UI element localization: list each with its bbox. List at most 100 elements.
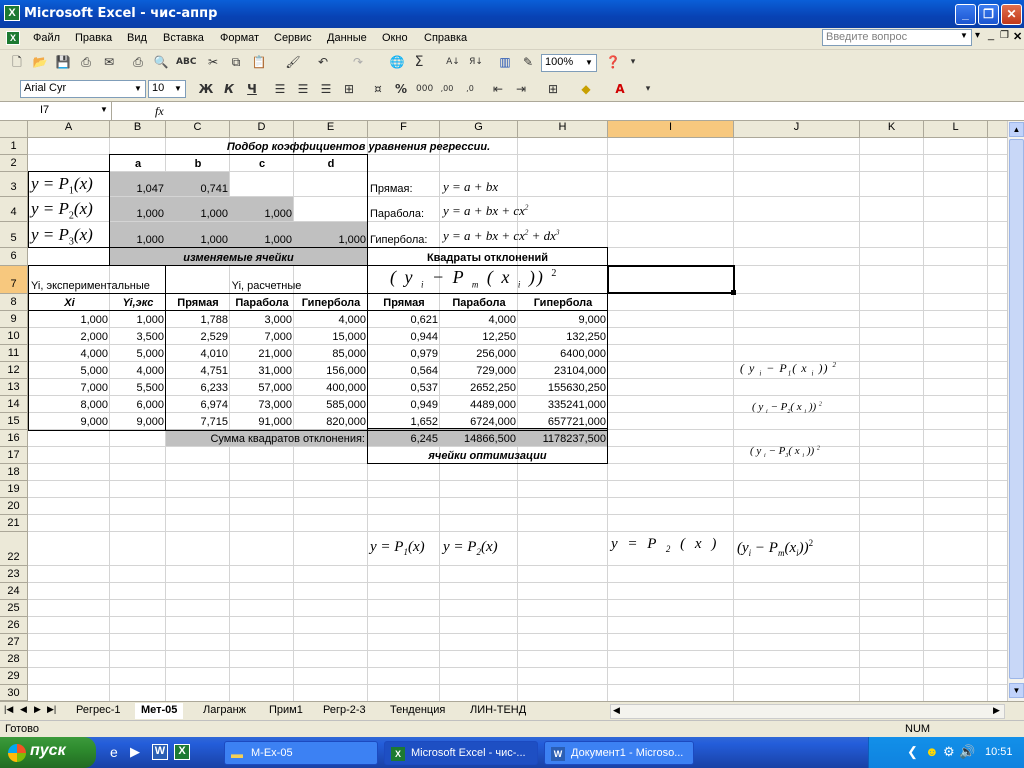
table-cell[interactable]: 1,652: [368, 414, 440, 430]
row-header[interactable]: 4: [0, 197, 28, 222]
row-header[interactable]: 24: [0, 583, 28, 600]
percent-icon[interactable]: %: [393, 81, 409, 97]
doc-icon[interactable]: X: [6, 31, 20, 45]
doc-restore-icon[interactable]: ❐: [1000, 30, 1009, 41]
menu-view[interactable]: Вид: [127, 32, 147, 44]
word-icon[interactable]: W: [152, 744, 168, 760]
copy-icon[interactable]: ⧉: [228, 54, 244, 70]
row-header[interactable]: 12: [0, 362, 28, 379]
currency-icon[interactable]: ¤: [370, 81, 386, 97]
table-cell[interactable]: 23104,000: [518, 363, 608, 379]
coef-cell[interactable]: 1,047: [110, 181, 166, 197]
sheet-tab[interactable]: Регр-2-3: [317, 703, 372, 719]
col-header[interactable]: L: [924, 121, 988, 138]
row-header[interactable]: 21: [0, 515, 28, 532]
toolbar-options-2-icon[interactable]: ▾: [640, 81, 656, 97]
help-question-input[interactable]: Введите вопрос: [822, 29, 972, 46]
spelling-icon[interactable]: ABC: [176, 54, 196, 70]
col-header[interactable]: J: [734, 121, 860, 138]
table-cell[interactable]: 0,979: [368, 346, 440, 362]
tray-messenger-icon[interactable]: ☻: [925, 744, 939, 759]
row-header[interactable]: 18: [0, 464, 28, 481]
sum-hyperbola[interactable]: 1178237,500: [518, 431, 608, 447]
table-cell[interactable]: 5,000: [110, 346, 166, 362]
table-cell[interactable]: 6724,000: [440, 414, 518, 430]
row-header[interactable]: 20: [0, 498, 28, 515]
horizontal-scrollbar[interactable]: ◀ ▶: [610, 704, 1005, 719]
row-header[interactable]: 5: [0, 222, 28, 248]
table-cell[interactable]: 0,621: [368, 312, 440, 328]
sort-desc-icon[interactable]: Я↓: [468, 54, 484, 70]
print-preview-icon[interactable]: 🔍: [153, 54, 169, 70]
formula-input[interactable]: [175, 102, 1024, 120]
next-sheet-icon[interactable]: ▶: [34, 704, 41, 715]
coef-cell[interactable]: 1,000: [110, 232, 166, 248]
menu-data[interactable]: Данные: [327, 32, 367, 44]
coef-cell[interactable]: 1,000: [166, 232, 230, 248]
worksheet-grid[interactable]: A B C D E F G H I J K L 1 2 3 4 5 6 7 8 …: [0, 121, 1024, 701]
table-cell[interactable]: 0,537: [368, 380, 440, 396]
table-cell[interactable]: 0,949: [368, 397, 440, 413]
minimize-button[interactable]: _: [955, 4, 976, 25]
font-color-icon[interactable]: A: [612, 81, 628, 97]
scroll-up-icon[interactable]: ▲: [1009, 122, 1024, 137]
help-icon[interactable]: ❓: [605, 54, 621, 70]
table-cell[interactable]: 657721,000: [518, 414, 608, 430]
table-cell[interactable]: 3,500: [110, 329, 166, 345]
table-cell[interactable]: 256,000: [440, 346, 518, 362]
table-cell[interactable]: 3,000: [230, 312, 294, 328]
table-cell[interactable]: 15,000: [294, 329, 368, 345]
table-cell[interactable]: 7,000: [230, 329, 294, 345]
col-header[interactable]: H: [518, 121, 608, 138]
table-cell[interactable]: 155630,250: [518, 380, 608, 396]
table-cell[interactable]: 585,000: [294, 397, 368, 413]
table-cell[interactable]: 729,000: [440, 363, 518, 379]
align-center-icon[interactable]: ☰: [295, 81, 311, 97]
row-header[interactable]: 23: [0, 566, 28, 583]
table-cell[interactable]: 4,000: [294, 312, 368, 328]
table-cell[interactable]: 21,000: [230, 346, 294, 362]
coef-cell[interactable]: 1,000: [294, 232, 368, 248]
permission-icon[interactable]: ⎙: [78, 54, 94, 70]
table-cell[interactable]: 5,000: [29, 363, 110, 379]
prev-sheet-icon[interactable]: ◀: [20, 704, 27, 715]
first-sheet-icon[interactable]: |◀: [4, 704, 13, 715]
table-cell[interactable]: 4,000: [440, 312, 518, 328]
row-header[interactable]: 19: [0, 481, 28, 498]
table-cell[interactable]: 156,000: [294, 363, 368, 379]
col-header-selected[interactable]: I: [608, 121, 734, 138]
close-button[interactable]: ✕: [1001, 4, 1022, 25]
sheet-tab[interactable]: Прим1: [263, 703, 309, 719]
row-header[interactable]: 10: [0, 328, 28, 345]
name-box[interactable]: I7: [0, 102, 112, 120]
sum-linear[interactable]: 6,245: [368, 431, 440, 447]
table-cell[interactable]: 2,000: [29, 329, 110, 345]
row-header[interactable]: 16: [0, 430, 28, 447]
row-header[interactable]: 27: [0, 634, 28, 651]
align-right-icon[interactable]: ☰: [318, 81, 334, 97]
sum-parabola[interactable]: 14866,500: [440, 431, 518, 447]
coef-cell[interactable]: 1,000: [110, 206, 166, 222]
font-dropdown-icon[interactable]: ▼: [132, 82, 144, 96]
col-header[interactable]: G: [440, 121, 518, 138]
tray-arrow-icon[interactable]: ❮: [907, 744, 918, 760]
menu-tools[interactable]: Сервис: [274, 32, 312, 44]
table-cell[interactable]: 4,010: [166, 346, 230, 362]
menu-window[interactable]: Окно: [382, 32, 408, 44]
task-folder[interactable]: ▬ M-Ex-05: [224, 741, 378, 765]
col-header[interactable]: D: [230, 121, 294, 138]
increase-indent-icon[interactable]: ⇥: [513, 81, 529, 97]
row-header[interactable]: 3: [0, 172, 28, 197]
table-cell[interactable]: 9,000: [518, 312, 608, 328]
table-cell[interactable]: 4,000: [29, 346, 110, 362]
table-cell[interactable]: 31,000: [230, 363, 294, 379]
scroll-left-icon[interactable]: ◀: [613, 705, 620, 716]
table-cell[interactable]: 9,000: [29, 414, 110, 430]
print-icon[interactable]: ⎙: [130, 54, 146, 70]
scroll-thumb[interactable]: [1009, 139, 1024, 679]
clock[interactable]: 10:51: [985, 746, 1013, 758]
sheet-tab[interactable]: ЛИН-ТЕНД: [464, 703, 533, 719]
col-header[interactable]: F: [368, 121, 440, 138]
decrease-decimal-icon[interactable]: ,0: [462, 81, 478, 97]
row-header[interactable]: 22: [0, 532, 28, 566]
